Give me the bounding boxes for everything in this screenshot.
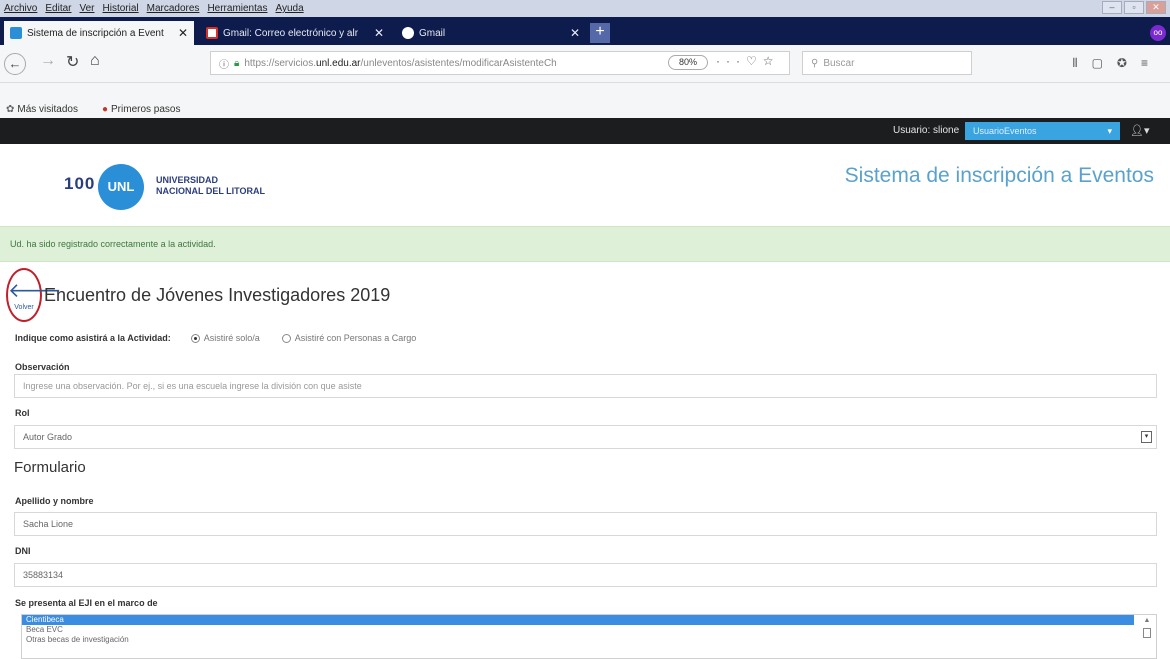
menu-editar[interactable]: Editar [45,3,71,14]
user-label: Usuario: slione [893,125,960,136]
system-title: Sistema de inscripción a Eventos [844,164,1154,187]
menu-ver[interactable]: Ver [79,3,94,14]
bookmarks-bar: ✿ Más visitados ● Primeros pasos [0,100,1170,118]
google-favicon-icon [402,27,414,39]
menu-bar: Archivo Editar Ver Historial Marcadores … [0,0,1170,17]
info-icon[interactable]: ⓘ [219,56,229,71]
event-title: Encuentro de Jóvenes Investigadores 2019 [44,285,391,305]
url-text: https://servicios.unl.edu.ar/unleventos/… [244,57,557,69]
site-branding: 100 UNL UNIVERSIDAD NACIONAL DEL LITORAL… [0,144,1170,226]
list-option[interactable]: Otras becas de investigación [22,635,1134,645]
radio-dot [190,333,200,343]
site-favicon-icon [10,27,22,39]
hamburger-menu-icon[interactable]: ≡ [1141,56,1162,70]
firefox-icon: ● [101,103,109,115]
role-select[interactable]: UsuarioEventos ▾ [965,122,1120,140]
name-input[interactable]: Sacha Lione [14,512,1157,536]
extension-icon[interactable]: ✪ [1117,56,1141,70]
bookmark-mas-visitados[interactable]: ✿ Más visitados [6,104,90,115]
user-menu-icon[interactable]: 👤︎▾ [1130,124,1150,137]
more-actions-icon[interactable]: ··· [716,54,746,68]
tab-gmail[interactable]: Gmail ✕ [396,21,586,45]
tab-title: Sistema de inscripción a Event [27,27,164,39]
rol-label: Rol [15,408,30,418]
chevron-down-icon: ▾ [1107,126,1112,136]
attendance-group: Indique como asistirá a la Actividad: As… [15,333,438,343]
listbox-scrollbar[interactable]: ▲ [1142,617,1152,658]
close-window-icon[interactable]: ✕ [1146,1,1166,14]
scroll-up-icon[interactable]: ▲ [1142,617,1152,624]
unl-logo: UNL [98,164,144,210]
list-option[interactable]: Cientibeca [22,615,1134,625]
toolbar-right: ⫴▢✪≡ [1073,56,1162,71]
back-label: Volver [14,304,34,311]
university-name: UNIVERSIDAD NACIONAL DEL LITORAL [156,175,266,196]
forward-arrow-icon[interactable]: → [40,52,56,70]
tab-title: Gmail: Correo electrónico y alr [223,27,359,39]
attendance-question: Indique como asistirá a la Actividad: [15,333,171,343]
observacion-label: Observación [15,362,70,372]
navigation-bar: ← → ↻ ⌂ ⓘ 🔒︎ https://servicios.unl.edu.a… [0,45,1170,83]
list-option[interactable]: Beca EVC [22,625,1134,635]
tab-title: Gmail [419,27,446,39]
tab-sistema-inscripcion[interactable]: Sistema de inscripción a Event ✕ [4,21,194,45]
menu-marcadores[interactable]: Marcadores [147,3,200,14]
home-icon[interactable]: ⌂ [90,52,100,70]
tab-gmail-correo[interactable]: Gmail: Correo electrónico y alr ✕ [200,21,390,45]
reload-icon[interactable]: ↻ [66,52,79,72]
sidebar-icon[interactable]: ▢ [1092,56,1117,70]
page-actions: ···♡☆ [716,54,780,68]
pocket-icon[interactable]: ♡ [746,54,763,68]
profile-badge-icon[interactable]: oo [1150,25,1166,41]
observacion-input[interactable]: Ingrese una observación. Por ej., si es … [14,374,1157,398]
window-controls: – ▫ ✕ [1102,1,1166,14]
search-input[interactable]: ⚲ Buscar [802,51,972,75]
menu-archivo[interactable]: Archivo [4,3,37,14]
framework-listbox[interactable]: Cientibeca Beca EVC Otras becas de inves… [21,614,1157,659]
tab-bar: Sistema de inscripción a Event ✕ Gmail: … [0,17,1170,45]
gear-icon: ✿ [6,103,15,115]
menu-herramientas[interactable]: Herramientas [207,3,267,14]
lock-icon: 🔒︎ [234,57,240,69]
name-label: Apellido y nombre [15,496,94,506]
search-icon: ⚲ [811,57,819,69]
minimize-icon[interactable]: – [1102,1,1122,14]
scroll-thumb[interactable] [1143,628,1151,638]
library-icon[interactable]: ⫴ [1073,56,1092,70]
gmail-favicon-icon [206,27,218,39]
framework-label: Se presenta al EJI en el marco de [15,598,158,608]
back-button[interactable]: 🡐 Volver [6,268,62,322]
toolbar-spacer [0,83,1170,100]
menu-ayuda[interactable]: Ayuda [275,3,303,14]
success-alert: Ud. ha sido registrado correctamente a l… [0,226,1170,262]
close-tab-icon[interactable]: ✕ [570,26,580,40]
menu-historial[interactable]: Historial [103,3,139,14]
bookmark-primeros-pasos[interactable]: ● Primeros pasos [102,104,193,115]
close-tab-icon[interactable]: ✕ [178,26,188,40]
form-heading: Formulario [14,459,86,476]
close-tab-icon[interactable]: ✕ [374,26,384,40]
new-tab-button[interactable]: + [590,23,610,43]
radio-dot [281,333,291,343]
bookmark-star-icon[interactable]: ☆ [763,54,780,68]
radio-asistire-solo[interactable]: Asistiré solo/a [190,333,260,343]
zoom-level[interactable]: 80% [668,55,708,70]
rol-select[interactable]: Autor Grado ▾ [14,425,1157,449]
dni-input[interactable]: 35883134 [14,563,1157,587]
search-placeholder: Buscar [823,57,855,69]
select-arrow-icon: ▾ [1141,431,1152,443]
back-arrow-icon[interactable]: ← [4,53,26,75]
dni-label: DNI [15,546,31,556]
logo-number: 100 [64,174,96,193]
arrow-left-icon: 🡐 [8,280,62,302]
maximize-icon[interactable]: ▫ [1124,1,1144,14]
site-header: Usuario: slione UsuarioEventos ▾ 👤︎▾ [0,118,1170,144]
radio-asistire-con-personas[interactable]: Asistiré con Personas a Cargo [281,333,416,343]
